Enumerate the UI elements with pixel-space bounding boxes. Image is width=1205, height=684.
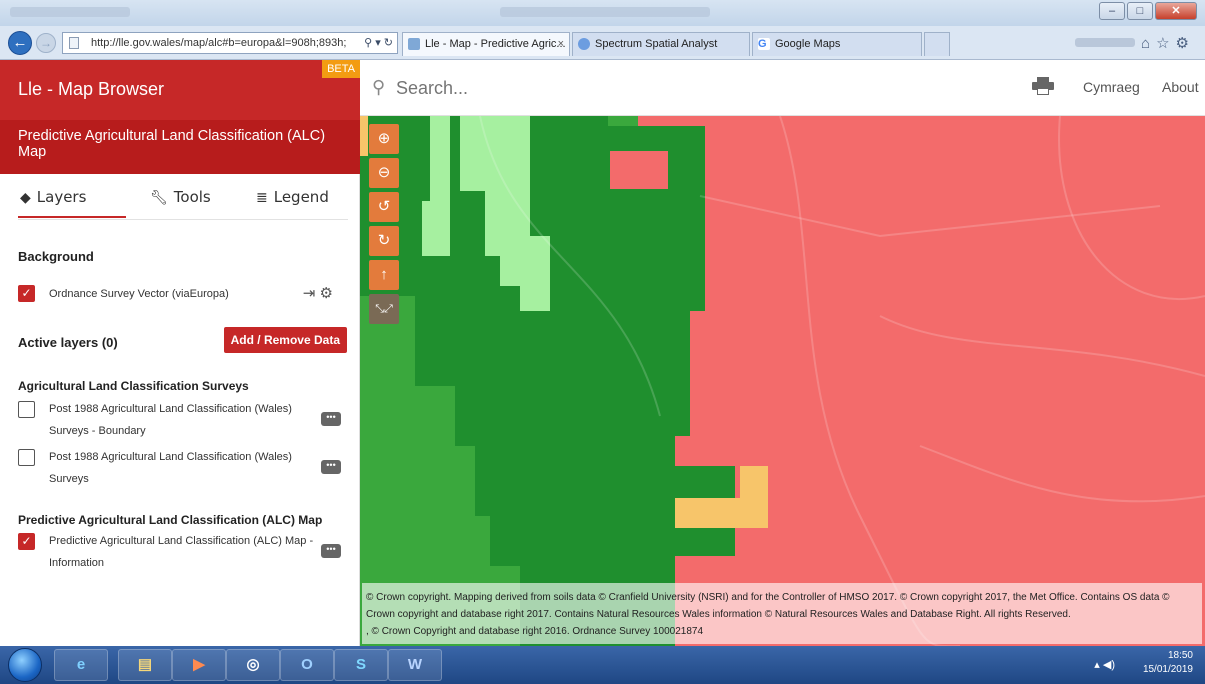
background-layer-checkbox[interactable]: ✓	[18, 285, 35, 302]
background-heading: Background	[18, 249, 94, 264]
rotate-right-icon[interactable]: ↻	[369, 226, 399, 256]
north-arrow-icon[interactable]: ↑	[369, 260, 399, 290]
layer-checkbox[interactable]	[18, 401, 35, 418]
window-titlebar: – □ ✕	[0, 0, 1205, 26]
map-title-band: Predictive Agricultural Land Classificat…	[0, 120, 360, 174]
layer-label: Post 1988 Agricultural Land Classificati…	[49, 451, 292, 485]
app-header: Lle - Map Browser BETA	[0, 60, 360, 120]
map-attribution: © Crown copyright. Mapping derived from …	[362, 583, 1202, 644]
layer-label: Post 1988 Agricultural Land Classificati…	[49, 403, 292, 437]
tab-label: Spectrum Spatial Analyst	[595, 38, 718, 50]
close-window-button[interactable]: ✕	[1155, 2, 1197, 20]
beta-badge: BETA	[322, 60, 360, 78]
tab-legend[interactable]: ≣ Legend	[256, 188, 329, 206]
outlook-taskbar-icon[interactable]: O	[280, 649, 334, 681]
cymraeg-link[interactable]: Cymraeg	[1083, 79, 1140, 95]
app-title: Lle - Map Browser	[18, 79, 165, 99]
zoom-in-icon[interactable]: ⊕	[369, 124, 399, 154]
search-refresh-icon[interactable]: ⚲ ▾ ↻	[364, 33, 393, 53]
layer-info-icon[interactable]: •••	[321, 460, 341, 474]
sidebar-tabs: ◆ Layers 🔧︎ Tools ≣ Legend	[18, 178, 348, 220]
alc-map-layer	[360, 116, 1205, 646]
word-taskbar-icon[interactable]: W	[388, 649, 442, 681]
address-bar[interactable]: http://lle.gov.wales/map/alc#b=europa&l=…	[62, 32, 398, 54]
map-red-patch	[610, 151, 668, 189]
open-layer-icon[interactable]: ⇥	[303, 285, 316, 302]
clock-date: 15/01/2019	[1142, 664, 1193, 675]
layer-info-icon[interactable]: •••	[321, 412, 341, 426]
background-layer-row: ✓ Ordnance Survey Vector (viaEuropa) ⇥ ⚙	[18, 283, 347, 305]
group-heading-predictive-alc: Predictive Agricultural Land Classificat…	[18, 513, 323, 527]
new-tab-button[interactable]	[924, 32, 950, 56]
start-button[interactable]	[8, 648, 42, 682]
google-icon: G	[758, 38, 770, 50]
gear-icon[interactable]: ⚙	[320, 285, 333, 302]
skype-taskbar-icon[interactable]: S	[334, 649, 388, 681]
map-title: Predictive Agricultural Land Classificat…	[18, 128, 326, 160]
map-controls: ⊕ ⊖ ↺ ↻ ↑ ⤡⤢	[369, 124, 399, 328]
layer-checkbox[interactable]: ✓	[18, 533, 35, 550]
layer-label: Predictive Agricultural Land Classificat…	[49, 535, 314, 569]
address-url: http://lle.gov.wales/map/alc#b=europa&l=…	[91, 37, 347, 49]
tab-label: Lle - Map - Predictive Agric...	[425, 38, 566, 50]
attribution-line: , © Crown Copyright and database right 2…	[366, 626, 704, 637]
tab-lle-map[interactable]: Lle - Map - Predictive Agric... ×	[402, 32, 570, 56]
print-icon[interactable]	[1032, 77, 1054, 95]
add-remove-data-button[interactable]: Add / Remove Data	[223, 327, 347, 353]
tab-layers[interactable]: ◆ Layers	[18, 188, 126, 218]
layer-info-icon[interactable]: •••	[321, 544, 341, 558]
tab-spectrum[interactable]: Spectrum Spatial Analyst	[572, 32, 750, 56]
clock-time: 18:50	[1167, 650, 1193, 661]
attribution-line: © Crown copyright. Mapping derived from …	[366, 592, 1170, 620]
back-button[interactable]: ←	[8, 31, 32, 55]
map-light-green-patch	[422, 201, 450, 256]
clock[interactable]: 18:50 15/01/2019	[1143, 649, 1193, 677]
zoom-out-icon[interactable]: ⊖	[369, 158, 399, 188]
wrench-icon: 🔧︎	[150, 190, 168, 206]
window-buttons: – □ ✕	[1099, 2, 1197, 20]
map-topbar: ⚲ Cymraeg About	[360, 60, 1205, 116]
tab-close-icon[interactable]: ×	[558, 33, 564, 55]
search-input[interactable]	[396, 74, 896, 102]
sidebar: Lle - Map Browser BETA Predictive Agricu…	[0, 60, 360, 646]
layer-row: ✓ Predictive Agricultural Land Classific…	[18, 530, 347, 574]
user-account	[1075, 38, 1135, 47]
background-layer-actions: ⇥ ⚙	[303, 283, 333, 305]
tab-label: Google Maps	[775, 38, 841, 50]
globe-icon	[578, 38, 590, 50]
ie-taskbar-icon[interactable]: e	[54, 649, 108, 681]
page-icon	[408, 38, 420, 50]
forward-button[interactable]: →	[36, 33, 56, 53]
active-layers-heading: Active layers (0)	[18, 335, 118, 350]
background-layer-label: Ordnance Survey Vector (viaEuropa)	[49, 288, 229, 300]
tab-google-maps[interactable]: G Google Maps	[752, 32, 922, 56]
map-yellow-edge	[360, 116, 368, 156]
titlebar-quickaccess	[10, 7, 130, 17]
browser-navbar: ← → http://lle.gov.wales/map/alc#b=europ…	[0, 26, 1205, 60]
page-icon	[69, 37, 79, 49]
window-title-text	[500, 7, 710, 17]
maximize-button[interactable]: □	[1127, 2, 1153, 20]
taskbar: e ▤ ▶ ◎ O S W ▴ ◀) 18:50 15/01/2019	[0, 646, 1205, 684]
app-taskbar-icon[interactable]: ◎	[226, 649, 280, 681]
layer-row: Post 1988 Agricultural Land Classificati…	[18, 398, 347, 442]
rotate-left-icon[interactable]: ↺	[369, 192, 399, 222]
fullscreen-icon[interactable]: ⤡⤢	[369, 294, 399, 324]
layer-checkbox[interactable]	[18, 449, 35, 466]
browser-toolbar-icons[interactable]: ⌂☆⚙	[1141, 34, 1195, 52]
layer-row: Post 1988 Agricultural Land Classificati…	[18, 446, 347, 490]
explorer-taskbar-icon[interactable]: ▤	[118, 649, 172, 681]
search-icon: ⚲	[372, 77, 386, 97]
minimize-button[interactable]: –	[1099, 2, 1125, 20]
map-green-strip	[608, 116, 638, 126]
media-taskbar-icon[interactable]: ▶	[172, 649, 226, 681]
group-heading-alc-surveys: Agricultural Land Classification Surveys	[18, 379, 249, 393]
map-canvas[interactable]: ⊕ ⊖ ↺ ↻ ↑ ⤡⤢ © Crown copyright. Mapping …	[360, 116, 1205, 646]
layers-icon: ◆	[20, 190, 31, 206]
list-icon: ≣	[256, 190, 268, 206]
tab-tools[interactable]: 🔧︎ Tools	[150, 188, 211, 206]
about-link[interactable]: About	[1162, 79, 1199, 95]
tray-icons[interactable]: ▴ ◀)	[1094, 658, 1115, 671]
